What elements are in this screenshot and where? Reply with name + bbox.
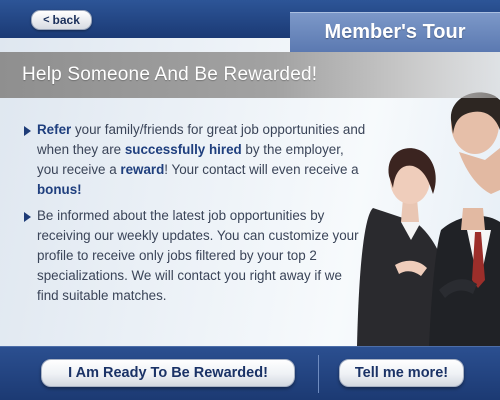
refer-highlight: Refer xyxy=(37,122,72,137)
members-tour-title: Member's Tour xyxy=(290,12,500,52)
updates-text: Be informed about the latest job opportu… xyxy=(37,208,359,303)
reward-highlight: reward xyxy=(120,162,165,177)
bullet-arrow-icon xyxy=(24,212,31,222)
hired-highlight: successfully hired xyxy=(124,142,242,157)
list-item-updates: Be informed about the latest job opportu… xyxy=(22,206,367,306)
ready-to-be-rewarded-button[interactable]: I Am Ready To Be Rewarded! xyxy=(41,359,295,387)
back-label: back xyxy=(52,13,80,27)
business-people-image xyxy=(357,92,500,346)
bottom-bar: I Am Ready To Be Rewarded! Tell me more! xyxy=(0,346,500,400)
feature-list: Refer your family/friends for great job … xyxy=(22,120,367,312)
tell-me-more-button[interactable]: Tell me more! xyxy=(339,359,464,387)
page-headline: Help Someone And Be Rewarded! xyxy=(22,64,318,85)
divider xyxy=(318,355,319,393)
headline-band: Help Someone And Be Rewarded! xyxy=(0,52,500,98)
refer-text-3: ! Your contact will even receive a xyxy=(164,162,359,177)
bonus-highlight: bonus! xyxy=(37,182,82,197)
chevron-left-icon: < xyxy=(43,14,50,26)
back-button[interactable]: < back xyxy=(31,10,92,30)
member-tour-panel: < back Member's Tour Help Someone And Be… xyxy=(0,0,500,400)
list-item-refer: Refer your family/friends for great job … xyxy=(22,120,367,200)
bullet-arrow-icon xyxy=(24,126,31,136)
